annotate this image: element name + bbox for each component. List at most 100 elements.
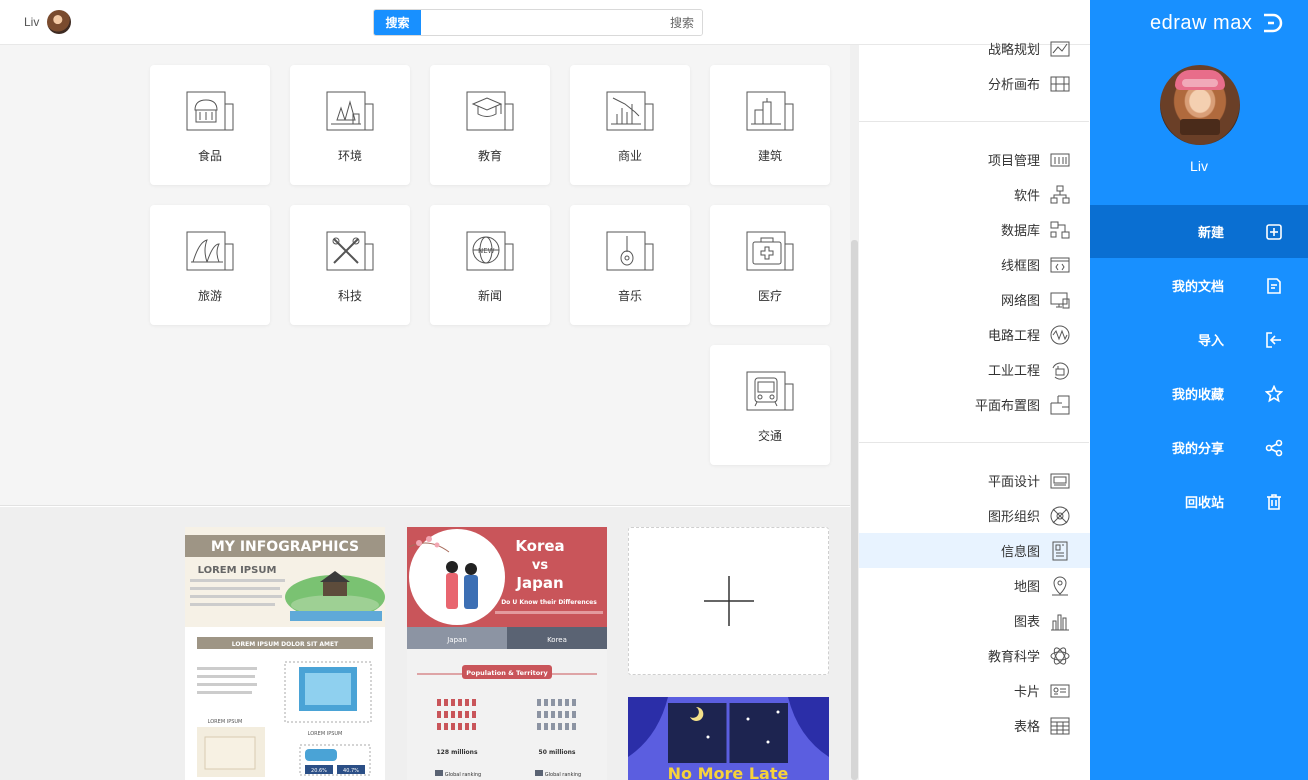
category-label: 图形组织 xyxy=(987,509,1040,524)
template-card-label: 商业 xyxy=(617,149,642,163)
category-floorplan[interactable]: 平面布置图 xyxy=(859,387,1090,422)
infographic-title-2: vs xyxy=(532,558,548,573)
category-network[interactable]: 网络图 xyxy=(859,282,1090,317)
template-thumbnail-infographics[interactable]: MY INFOGRAPHICS LOREM IPSUM LOREM IPSUM … xyxy=(185,527,385,780)
svg-text:NEW: NEW xyxy=(478,247,495,255)
music-icon xyxy=(606,231,654,271)
science-icon xyxy=(1050,646,1070,666)
environment-icon xyxy=(326,91,374,131)
template-card-business[interactable]: 商业 xyxy=(570,65,690,185)
new-file-icon xyxy=(1264,222,1284,242)
search-button[interactable]: 搜索 xyxy=(374,10,421,35)
template-card-label: 教育 xyxy=(477,149,502,163)
infographic-title: No More Late xyxy=(668,764,789,780)
category-label: 软件 xyxy=(1013,188,1040,203)
scrollbar[interactable] xyxy=(850,45,859,780)
template-card-label: 建筑 xyxy=(757,149,782,163)
nav-label: 我的分享 xyxy=(1171,441,1224,456)
template-card-label: 交通 xyxy=(757,429,782,443)
infographic-rank-right: Global ranking xyxy=(545,772,581,778)
category-label: 工业工程 xyxy=(987,363,1040,378)
category-label: 表格 xyxy=(1013,719,1040,734)
infographic-stat-right: 50 millions xyxy=(539,749,576,756)
user-menu[interactable]: Liv xyxy=(24,10,72,34)
category-label: 图表 xyxy=(1013,614,1040,629)
infographic-banner: LOREM IPSUM DOLOR SIT AMET xyxy=(232,641,339,648)
category-circuit[interactable]: 电路工程 xyxy=(859,317,1090,352)
news-icon: NEW xyxy=(466,231,514,271)
user-avatar[interactable] xyxy=(1160,65,1240,145)
building-icon xyxy=(746,91,794,131)
template-card-technology[interactable]: 科技 xyxy=(290,205,410,325)
infographic-label-a: LOREM IPSUM xyxy=(208,719,243,725)
category-graphic-organizer[interactable]: 图形组织 xyxy=(859,498,1090,533)
nav-trash[interactable]: 回收站 xyxy=(1090,475,1308,528)
category-science[interactable]: 教育科学 xyxy=(859,638,1090,673)
wireframe-icon xyxy=(1050,255,1070,275)
template-card-news[interactable]: NEW 新闻 xyxy=(430,205,550,325)
education-icon xyxy=(466,91,514,131)
template-card-medical[interactable]: 医疗 xyxy=(710,205,830,325)
category-canvas[interactable]: 分析画布 xyxy=(859,66,1090,101)
avatar-board xyxy=(1180,119,1220,135)
category-label: 分析画布 xyxy=(987,77,1040,92)
database-icon xyxy=(1050,220,1070,240)
infographic-title-1: Korea xyxy=(515,537,564,555)
template-card-label: 科技 xyxy=(337,289,362,303)
category-label: 线框图 xyxy=(1000,258,1040,273)
nav-import[interactable]: 导入 xyxy=(1090,313,1308,366)
category-table[interactable]: 表格 xyxy=(859,708,1090,743)
avatar[interactable] xyxy=(47,10,72,34)
traffic-icon xyxy=(746,371,794,411)
template-card-food[interactable]: 食品 xyxy=(150,65,270,185)
category-label: 战略规划 xyxy=(987,42,1040,57)
category-label: 平面设计 xyxy=(987,474,1040,489)
category-label: 地图 xyxy=(1013,579,1040,594)
template-card-building[interactable]: 建筑 xyxy=(710,65,830,185)
category-software[interactable]: 软件 xyxy=(859,177,1090,212)
nav-favorites[interactable]: 我的收藏 xyxy=(1090,367,1308,420)
new-blank-document-button[interactable] xyxy=(628,527,829,675)
travel-icon xyxy=(186,231,234,271)
search-input[interactable] xyxy=(421,10,702,35)
category-strategy[interactable]: 战略规划 xyxy=(859,31,1090,66)
business-icon xyxy=(606,91,654,131)
template-thumbnail-no-more-late[interactable]: No More Late xyxy=(628,697,829,780)
category-card[interactable]: 卡片 xyxy=(859,673,1090,708)
category-database[interactable]: 数据库 xyxy=(859,212,1090,247)
card-icon xyxy=(1050,681,1070,701)
nav-new[interactable]: 新建 xyxy=(1090,205,1308,258)
brand-logo[interactable]: edraw max xyxy=(1150,8,1284,38)
category-label: 信息图 xyxy=(1000,544,1040,559)
category-infographic[interactable]: 信息图 xyxy=(859,533,1090,568)
graphic-design-icon xyxy=(1050,471,1070,491)
template-thumbnail-korea-japan[interactable]: Korea vs Japan Do U Know their Differenc… xyxy=(407,527,607,780)
category-chart[interactable]: 图表 xyxy=(859,603,1090,638)
infographic-stat-b: 40.7% xyxy=(343,768,359,774)
template-card-education[interactable]: 教育 xyxy=(430,65,550,185)
nav-my-shares[interactable]: 我的分享 xyxy=(1090,421,1308,474)
category-project[interactable]: 项目管理 xyxy=(859,142,1090,177)
category-map[interactable]: 地图 xyxy=(859,568,1090,603)
category-wireframe[interactable]: 线框图 xyxy=(859,247,1090,282)
nav-label: 回收站 xyxy=(1184,495,1224,510)
floorplan-icon xyxy=(1050,395,1070,415)
nav-my-documents[interactable]: 我的文档 xyxy=(1090,259,1308,312)
documents-icon xyxy=(1264,276,1284,296)
infographic-title-3: Japan xyxy=(515,574,563,592)
scrollbar-thumb[interactable] xyxy=(851,240,858,780)
avatar-hat-band xyxy=(1182,79,1218,87)
template-card-traffic[interactable]: 交通 xyxy=(710,345,830,465)
template-card-label: 医疗 xyxy=(757,289,782,303)
infographic-preview: No More Late xyxy=(628,697,829,780)
infographic-preview: MY INFOGRAPHICS LOREM IPSUM LOREM IPSUM … xyxy=(185,527,385,777)
industrial-icon xyxy=(1050,360,1070,380)
category-graphic-design[interactable]: 平面设计 xyxy=(859,463,1090,498)
template-card-music[interactable]: 音乐 xyxy=(570,205,690,325)
category-industrial[interactable]: 工业工程 xyxy=(859,352,1090,387)
template-card-environment[interactable]: 环境 xyxy=(290,65,410,185)
template-card-label: 食品 xyxy=(197,149,222,163)
infographic-preview: Korea vs Japan Do U Know their Differenc… xyxy=(407,527,607,780)
category-label: 电路工程 xyxy=(987,328,1040,343)
template-card-travel[interactable]: 旅游 xyxy=(150,205,270,325)
